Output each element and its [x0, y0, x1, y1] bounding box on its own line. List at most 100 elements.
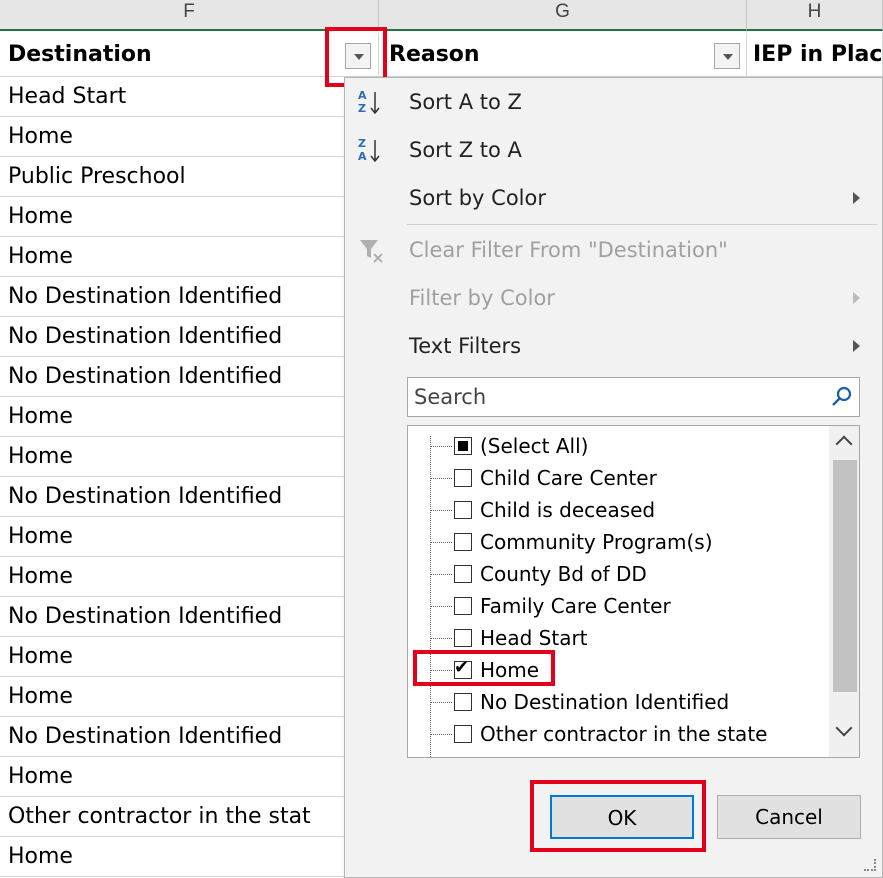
- column-header-h[interactable]: H: [747, 0, 883, 31]
- search-placeholder: Search: [414, 385, 487, 409]
- submenu-arrow-icon: [853, 292, 860, 304]
- destination-cell[interactable]: Home: [0, 517, 378, 557]
- partial-check-icon: [458, 441, 468, 451]
- text-filters-label: Text Filters: [409, 334, 522, 358]
- sort-a-to-z-item[interactable]: A Z Sort A to Z: [345, 78, 882, 126]
- filter-list-item[interactable]: Family Care Center: [408, 590, 828, 622]
- autofilter-menu: A Z Sort A to Z Z A Sort Z to A Sort by …: [344, 77, 883, 878]
- filter-checkbox[interactable]: [454, 469, 472, 487]
- destination-cell[interactable]: Home: [0, 237, 378, 277]
- tree-connector: [430, 510, 452, 511]
- filter-checkbox[interactable]: [454, 533, 472, 551]
- sort-descending-icon: Z A: [357, 136, 385, 164]
- tree-connector: [430, 446, 452, 447]
- scroll-up-icon[interactable]: [835, 435, 853, 453]
- destination-cell[interactable]: Head Start: [0, 77, 378, 117]
- filter-list-item[interactable]: Community Program(s): [408, 526, 828, 558]
- destination-cell[interactable]: Public Preschool: [0, 157, 378, 197]
- destination-header-label: Destination: [8, 42, 152, 67]
- sort-z-to-a-label: Sort Z to A: [409, 138, 522, 162]
- destination-cell[interactable]: Other contractor in the stat: [0, 797, 378, 837]
- tree-connector: [430, 734, 452, 735]
- tree-connector: [430, 702, 452, 703]
- destination-cell[interactable]: Home: [0, 117, 378, 157]
- tree-connector: [430, 638, 452, 639]
- filter-item-label: Family Care Center: [480, 594, 671, 618]
- filter-list-item[interactable]: Child is deceased: [408, 494, 828, 526]
- destination-cell[interactable]: Home: [0, 837, 378, 877]
- reason-header-label: Reason: [389, 42, 480, 67]
- tree-connector: [430, 478, 452, 479]
- destination-cell[interactable]: Home: [0, 757, 378, 797]
- destination-cell[interactable]: No Destination Identified: [0, 357, 378, 397]
- filter-checkbox[interactable]: [454, 565, 472, 583]
- column-header-g[interactable]: G: [379, 0, 747, 31]
- destination-cell[interactable]: No Destination Identified: [0, 477, 378, 517]
- tree-connector: [430, 606, 452, 607]
- menu-separator: [407, 224, 877, 225]
- iep-header-cell[interactable]: IEP in Place: [747, 33, 883, 77]
- search-icon: [831, 386, 853, 412]
- resize-grip-icon[interactable]: [864, 859, 876, 871]
- filter-list-item[interactable]: No Destination Identified: [408, 686, 828, 718]
- clear-filter-label: Clear Filter From "Destination": [409, 238, 728, 262]
- clear-filter-item[interactable]: Clear Filter From "Destination": [345, 226, 882, 274]
- filter-item-label: No Destination Identified: [480, 690, 730, 714]
- filter-values-list: (Select All) Child Care Center Child is de…: [407, 425, 860, 758]
- column-header-f[interactable]: F: [0, 0, 379, 31]
- svg-text:A: A: [358, 150, 367, 163]
- filter-search-box[interactable]: Search: [407, 377, 860, 417]
- destination-cell[interactable]: No Destination Identified: [0, 597, 378, 637]
- destination-header-cell[interactable]: Destination: [0, 33, 379, 77]
- filter-list-item[interactable]: (Select All): [408, 430, 828, 462]
- filter-by-color-label: Filter by Color: [409, 286, 555, 310]
- sort-z-to-a-item[interactable]: Z A Sort Z to A: [345, 126, 882, 174]
- filter-checkbox[interactable]: [454, 757, 472, 758]
- svg-text:Z: Z: [358, 102, 366, 115]
- reason-header-cell[interactable]: Reason: [379, 33, 747, 77]
- filter-list-item[interactable]: Child Care Center: [408, 462, 828, 494]
- filter-list-item[interactable]: Other contractor in the state: [408, 718, 828, 750]
- filter-item-label: Child is deceased: [480, 498, 656, 522]
- svg-text:A: A: [358, 89, 367, 102]
- iep-header-label: IEP in Place: [753, 42, 883, 67]
- sort-by-color-item[interactable]: Sort by Color: [345, 174, 882, 222]
- destination-cell[interactable]: Home: [0, 637, 378, 677]
- destination-cell[interactable]: Home: [0, 437, 378, 477]
- submenu-arrow-icon: [853, 192, 860, 204]
- filter-checkbox[interactable]: [454, 437, 472, 455]
- destination-cell[interactable]: Home: [0, 197, 378, 237]
- destination-cell[interactable]: No Destination Identified: [0, 717, 378, 757]
- filter-checkbox[interactable]: [454, 693, 472, 711]
- sort-ascending-icon: A Z: [357, 88, 385, 116]
- cancel-button[interactable]: Cancel: [717, 795, 861, 839]
- sort-a-to-z-label: Sort A to Z: [409, 90, 522, 114]
- destination-cell[interactable]: Home: [0, 677, 378, 717]
- destination-cell[interactable]: No Destination Identified: [0, 277, 378, 317]
- reason-filter-dropdown-button[interactable]: [714, 43, 740, 69]
- destination-cell[interactable]: No Destination Identified: [0, 317, 378, 357]
- scroll-down-icon[interactable]: [835, 719, 853, 737]
- filter-list-item[interactable]: County Bd of DD: [408, 558, 828, 590]
- destination-cell[interactable]: Home: [0, 557, 378, 597]
- destination-cell[interactable]: Home: [0, 397, 378, 437]
- filter-checkbox[interactable]: [454, 725, 472, 743]
- list-scrollbar[interactable]: [829, 426, 859, 757]
- home-highlight-box: [413, 650, 555, 686]
- filter-item-label: Community Program(s): [480, 530, 713, 554]
- filter-item-label: (Select All): [480, 434, 589, 458]
- filter-checkbox[interactable]: [454, 629, 472, 647]
- filter-by-color-item[interactable]: Filter by Color: [345, 274, 882, 322]
- filter-item-label: County Bd of DD: [480, 562, 647, 586]
- text-filters-item[interactable]: Text Filters: [345, 322, 882, 370]
- filter-item-label: Other contractor in the state: [480, 722, 768, 746]
- sort-by-color-label: Sort by Color: [409, 186, 546, 210]
- cancel-label: Cancel: [755, 805, 823, 829]
- tree-connector: [430, 574, 452, 575]
- filter-checkbox[interactable]: [454, 597, 472, 615]
- submenu-arrow-icon: [853, 340, 860, 352]
- filter-checkbox[interactable]: [454, 501, 472, 519]
- filter-item-label: Child Care Center: [480, 466, 657, 490]
- scrollbar-thumb[interactable]: [833, 460, 857, 692]
- ok-highlight-box: [530, 780, 706, 852]
